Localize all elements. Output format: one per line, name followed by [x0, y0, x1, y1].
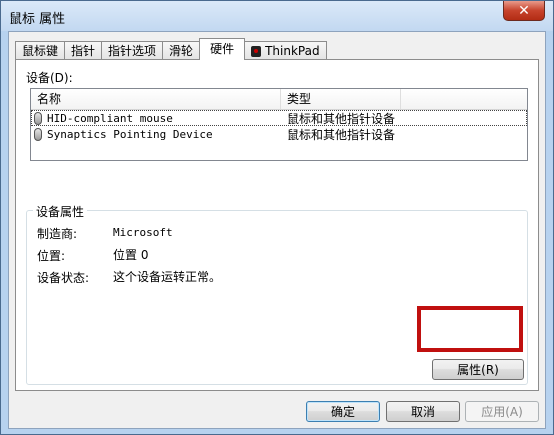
cancel-button[interactable]: 取消	[386, 401, 460, 422]
tab-label: 硬件	[210, 42, 235, 56]
tab-strip: 鼠标键 指针 指针选项 滑轮 硬件 ThinkPad	[15, 38, 327, 60]
tab-pointer-options[interactable]: 指针选项	[101, 41, 164, 60]
title-bar[interactable]: 鼠标 属性 ✕	[1, 1, 553, 31]
group-title: 设备属性	[33, 203, 88, 220]
properties-button[interactable]: 属性(R)	[432, 359, 524, 380]
device-type: 鼠标和其他指针设备	[287, 111, 396, 126]
column-header-name[interactable]: 名称	[31, 89, 281, 109]
location-row: 位置: 位置 0	[37, 247, 148, 263]
window-title: 鼠标 属性	[9, 12, 66, 27]
device-properties-group: 设备属性 制造商: Microsoft 位置: 位置 0 设备状态: 这个设备运…	[26, 203, 528, 385]
tab-wheel[interactable]: 滑轮	[162, 41, 201, 60]
device-row-hid-mouse[interactable]: HID-compliant mouse 鼠标和其他指针设备	[31, 110, 527, 126]
device-type: 鼠标和其他指针设备	[287, 127, 396, 142]
column-header-type[interactable]: 类型	[281, 89, 401, 109]
device-name: Synaptics Pointing Device	[47, 127, 213, 141]
tab-label: 指针选项	[108, 43, 157, 58]
device-name: HID-compliant mouse	[47, 111, 173, 125]
tab-buttons[interactable]: 鼠标键	[15, 41, 66, 60]
apply-button[interactable]: 应用(A)	[465, 401, 539, 422]
tab-pointers[interactable]: 指针	[64, 41, 103, 60]
status-value: 这个设备运转正常。	[113, 270, 222, 284]
status-label: 设备状态:	[37, 271, 90, 285]
device-name-cell: Synaptics Pointing Device	[31, 127, 281, 141]
highlight-annotation	[417, 306, 523, 352]
close-button[interactable]: ✕	[503, 1, 545, 21]
tab-label: 鼠标键	[22, 43, 59, 58]
manufacturer-value: Microsoft	[113, 226, 173, 239]
device-name-cell: HID-compliant mouse	[31, 111, 281, 125]
tab-label: ThinkPad	[265, 43, 320, 58]
tab-label: 滑轮	[169, 43, 194, 58]
tab-label: 指针	[71, 43, 96, 58]
dialog-client: 鼠标键 指针 指针选项 滑轮 硬件 ThinkPad 设备(D): 名称 类型	[8, 31, 546, 429]
tab-hardware[interactable]: 硬件	[199, 38, 246, 60]
close-icon: ✕	[518, 2, 530, 19]
device-list[interactable]: 名称 类型 HID-compliant mouse 鼠标和其他指针设备 Syna…	[30, 88, 528, 161]
devices-label: 设备(D):	[26, 71, 73, 85]
mouse-icon	[34, 127, 42, 141]
status-row: 设备状态: 这个设备运转正常。	[37, 269, 221, 285]
tab-thinkpad[interactable]: ThinkPad	[244, 41, 327, 60]
location-label: 位置:	[37, 249, 66, 263]
manufacturer-row: 制造商: Microsoft	[37, 225, 173, 241]
thinkpad-icon	[251, 45, 262, 57]
device-row-synaptics[interactable]: Synaptics Pointing Device 鼠标和其他指针设备	[31, 126, 527, 142]
mouse-icon	[34, 111, 42, 125]
ok-button[interactable]: 确定	[306, 401, 380, 422]
location-value: 位置 0	[113, 248, 149, 262]
dialog-window: 鼠标 属性 ✕ 鼠标键 指针 指针选项 滑轮 硬件 ThinkPad 设备(D)…	[0, 0, 554, 435]
list-header: 名称 类型	[31, 89, 527, 110]
manufacturer-label: 制造商:	[37, 227, 78, 241]
